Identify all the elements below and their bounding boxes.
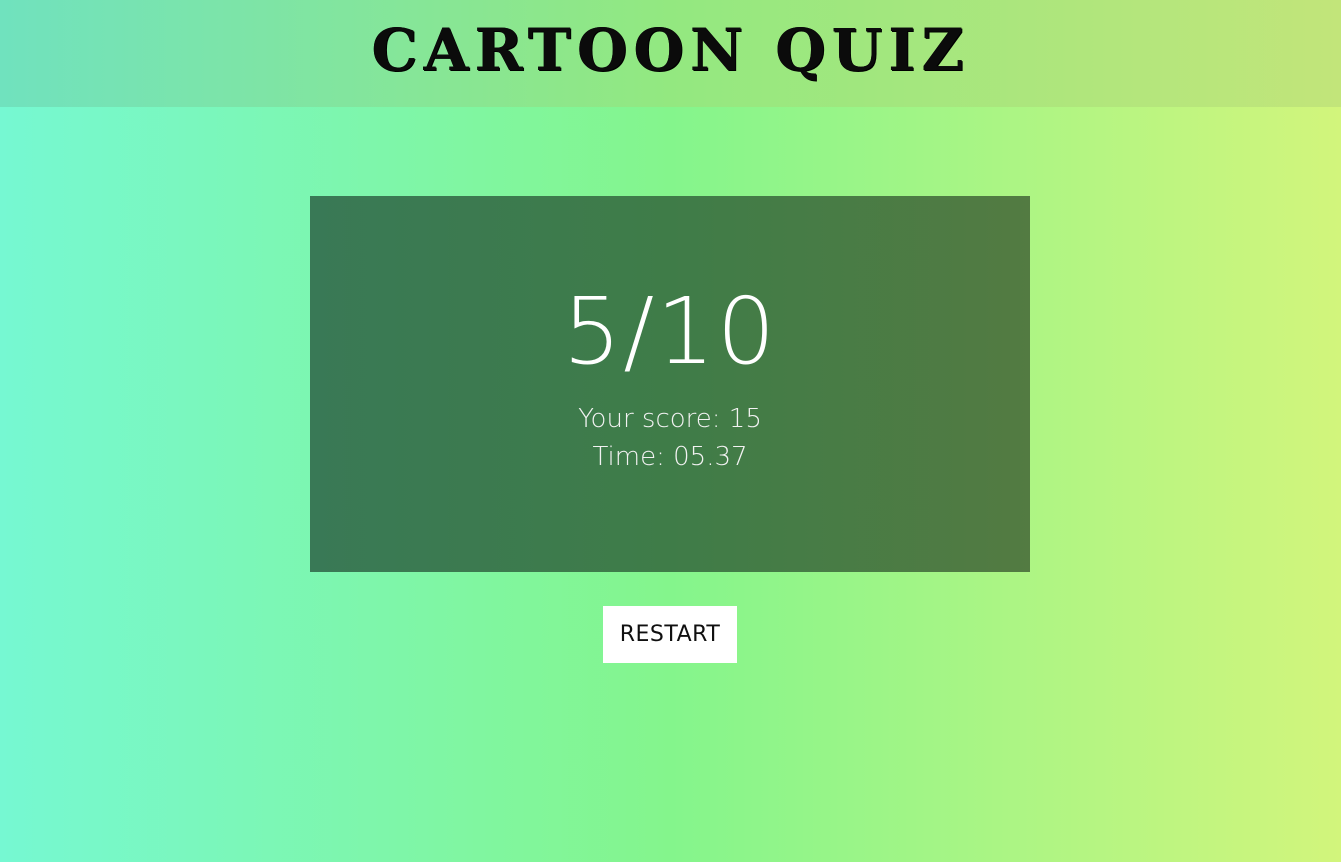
correct-answers-ratio: 5/10 (562, 278, 778, 385)
score-text: Your score: 15 (578, 404, 762, 434)
app-header: Cartoon Quiz (0, 0, 1341, 107)
results-card: 5/10 Your score: 15 Time: 05.37 (310, 196, 1030, 572)
app-title: Cartoon Quiz (371, 15, 970, 84)
restart-button[interactable]: Restart (603, 606, 737, 663)
time-text: Time: 05.37 (592, 442, 748, 472)
